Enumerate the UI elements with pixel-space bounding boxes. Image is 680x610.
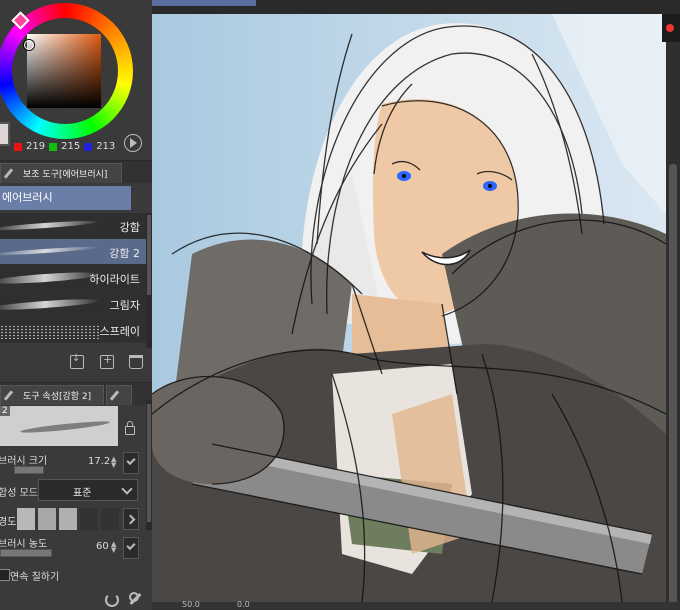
scrollbar-thumb[interactable] [669,164,677,604]
zoom-value[interactable]: 50.0 [182,600,200,609]
brush-list: 강함 강함 2 하이라이트 그림자 스프레이 [0,213,146,343]
brush-size-slider[interactable] [14,466,44,474]
subtool-header: 보조 도구[에어브러시] [0,160,152,183]
subtool-group-airbrush[interactable]: 에어브러시 [0,186,131,210]
blend-mode-dropdown[interactable]: 표준 [38,479,138,501]
continuous-paint-label: 연속 칠하기 [10,572,60,583]
wrench-icon[interactable] [128,592,142,606]
download-icon[interactable] [70,353,84,369]
record-indicator[interactable] [662,14,680,42]
green-value: 215 [61,141,81,152]
tab-subtool[interactable]: 보조 도구[에어브러시] [0,163,122,183]
brush-density-value[interactable]: 60 [96,541,109,552]
left-panel: 219 215 213 보조 도구[에어브러시] 에어브러시 강함 강함 2 하… [0,0,152,610]
brush-stroke-preview [0,245,101,257]
lock-icon[interactable] [125,421,135,435]
hardness-option-5[interactable] [101,508,119,530]
continuous-paint-checkbox[interactable] [0,569,10,581]
canvas-vertical-scrollbar[interactable] [662,14,680,604]
brush-item-shadow[interactable]: 그림자 [0,291,146,317]
rgb-readout: 219 215 213 [14,141,115,152]
brush-size-label: 브러시 크기 [0,456,48,467]
artwork-illustration [152,14,666,602]
blue-swatch [84,142,93,151]
brush-item-label: 하이라이트 [89,273,140,286]
tab-tool-property[interactable]: 도구 속성[강함 2] [0,385,104,405]
canvas-area [152,0,680,610]
brush-size-value[interactable]: 17.2 [88,456,110,467]
brush-item-spray[interactable]: 스프레이 [0,317,146,343]
preview-number: 2 [0,406,10,416]
color-picker-cursor[interactable] [24,40,34,50]
tab-tool-property-label: 도구 속성[강함 2] [23,392,92,402]
drawing-canvas[interactable] [152,14,666,602]
brush-stroke-preview [0,297,101,312]
brush-density-spinner[interactable]: ▲ ▼ [111,541,116,554]
hardness-option-4[interactable] [80,508,98,530]
brush-item-highlight[interactable]: 하이라이트 [0,265,146,291]
red-swatch [14,142,22,151]
hardness-expand-button[interactable] [123,508,139,530]
color-wheel-panel: 219 215 213 [0,0,152,156]
red-value: 219 [26,141,46,152]
hardness-option-3[interactable] [59,508,77,530]
preview-stroke [19,419,111,435]
status-bar: 50.0 0.0 [152,600,680,610]
tab-subtool-label: 보조 도구[에어브러시] [23,170,108,180]
brush-size-pressure-toggle[interactable] [123,452,139,474]
brush-item-strong[interactable]: 강함 [0,213,146,239]
trash-icon[interactable] [129,355,143,369]
brush-preview: 2 [0,406,118,446]
group-bar-side [131,186,152,210]
current-color-swatch[interactable] [0,122,10,146]
blue-value: 213 [96,141,116,152]
brush-density-pressure-toggle[interactable] [123,537,139,559]
play-icon[interactable] [124,134,142,152]
brush-item-label: 강함 2 [109,247,140,260]
angle-value[interactable]: 0.0 [237,600,250,609]
blend-mode-value: 표준 [73,488,92,499]
airbrush-icon [5,168,19,180]
hardness-label: 경도 [0,517,17,528]
brush-item-strong-2[interactable]: 강함 2 [0,239,146,265]
subtool-actions [0,352,152,374]
saturation-value-square[interactable] [27,34,101,108]
tool-property-header: 도구 속성[강함 2] [0,382,152,405]
brush-detail-icon [111,390,123,402]
brush-size-spinner[interactable]: ▲ ▼ [111,456,116,469]
brush-item-label: 스프레이 [99,325,140,338]
wrench-brush-icon [5,390,19,402]
tab-brush-detail[interactable] [106,385,132,405]
canvas-tab-strip [152,0,680,14]
add-subtool-icon[interactable] [100,353,114,369]
green-swatch [49,142,58,151]
hardness-option-1[interactable] [17,508,35,530]
brush-density-label: 브러시 농도 [0,539,48,550]
brush-density-slider[interactable] [0,549,52,557]
reset-icon[interactable] [104,592,119,607]
brush-item-label: 그림자 [109,299,140,312]
spray-preview [0,325,100,339]
active-canvas-tab[interactable] [152,0,256,6]
hardness-option-2[interactable] [38,508,56,530]
brush-stroke-preview [0,270,101,286]
brush-stroke-preview [0,219,101,232]
blend-mode-label: 합성 모드 [0,488,38,499]
brush-item-label: 강함 [119,221,140,234]
